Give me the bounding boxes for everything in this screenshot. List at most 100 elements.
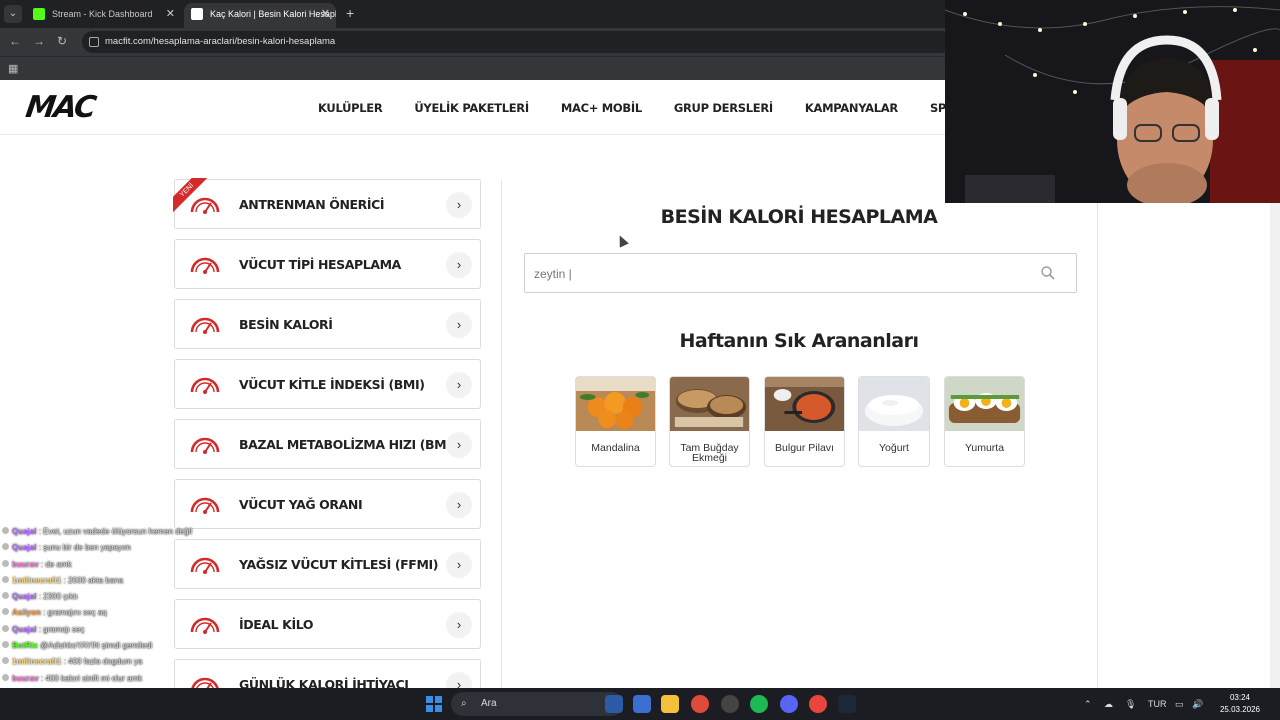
nav-kampanyalar[interactable]: KAMPANYALAR bbox=[805, 101, 898, 115]
microphone-icon[interactable]: 🎙 bbox=[1125, 688, 1136, 720]
menu-item-label: VÜCUT TİPİ HESAPLAMA bbox=[239, 257, 401, 272]
food-card-mandalina[interactable]: Mandalina bbox=[575, 376, 656, 467]
back-arrow-icon[interactable]: ← bbox=[9, 34, 21, 48]
volume-icon[interactable]: 🔊 bbox=[1192, 688, 1203, 720]
gauge-icon bbox=[190, 437, 220, 454]
menu-item-label: VÜCUT KİTLE İNDEKSİ (BMI) bbox=[239, 377, 425, 392]
food-card-bulgur-pilavi[interactable]: Bulgur Pilavı bbox=[764, 376, 845, 467]
chat-text: : 400 fazla dogdum ya bbox=[63, 657, 143, 667]
chat-text: : Evet, uzun vadede ölüyorsun hemen deği… bbox=[38, 527, 193, 536]
chat-username[interactable]: buurav bbox=[12, 674, 39, 683]
mac-logo[interactable]: MAC bbox=[24, 90, 97, 125]
network-icon[interactable]: ▭ bbox=[1175, 688, 1184, 720]
tab-kick-dashboard[interactable]: Stream - Kick Dashboard ✕ bbox=[26, 3, 181, 28]
nav-mac-mobil[interactable]: MAC+ MOBİL bbox=[561, 101, 642, 115]
chat-message: BotRix @AdishkoYAYIN şimdi gemiledi bbox=[2, 638, 232, 654]
food-name: Mandalina bbox=[591, 442, 640, 454]
tab-search-button[interactable]: ⌄ bbox=[4, 5, 22, 23]
chevron-right-icon[interactable]: › bbox=[446, 552, 472, 578]
chat-text: : gramajını seç aq bbox=[43, 608, 107, 618]
calculator-menu-item[interactable]: BAZAL METABOLİZMA HIZI (BMR) › bbox=[174, 419, 481, 469]
food-card-yumurta[interactable]: Yumurta bbox=[944, 376, 1025, 467]
page-scrollbar[interactable] bbox=[1270, 203, 1280, 688]
menu-item-label: ANTRENMAN ÖNERİCİ bbox=[239, 197, 385, 212]
chevron-right-icon[interactable]: › bbox=[446, 192, 472, 218]
chat-message: 1milinecraft1 : 2000 akta bana bbox=[2, 573, 232, 589]
chevron-right-icon[interactable]: › bbox=[446, 612, 472, 638]
chrome-icon[interactable] bbox=[691, 695, 709, 713]
chat-username[interactable]: Quajal bbox=[12, 543, 36, 552]
calculator-menu-item[interactable]: VÜCUT TİPİ HESAPLAMA › bbox=[174, 239, 481, 289]
nav-grup-dersleri[interactable]: GRUP DERSLERİ bbox=[674, 101, 773, 115]
discord-icon[interactable] bbox=[780, 695, 798, 713]
chevron-right-icon[interactable]: › bbox=[446, 372, 472, 398]
close-tab-icon[interactable]: ✕ bbox=[166, 3, 175, 25]
chevron-right-icon[interactable]: › bbox=[446, 252, 472, 278]
gauge-icon bbox=[190, 497, 220, 514]
gauge-icon bbox=[190, 317, 220, 334]
column-divider bbox=[1097, 135, 1098, 690]
chat-username[interactable]: 1milinecraft1 bbox=[12, 576, 61, 585]
food-card-tam-bugday-ekmegi[interactable]: Tam Buğday Ekmeği bbox=[669, 376, 750, 467]
steam-icon[interactable] bbox=[838, 695, 856, 713]
tray-chevron-icon[interactable]: ⌃ bbox=[1084, 688, 1092, 720]
chevron-right-icon[interactable]: › bbox=[446, 432, 472, 458]
streamer-webcam-image bbox=[945, 0, 1280, 203]
spotify-icon[interactable] bbox=[750, 695, 768, 713]
chrome-profile-icon[interactable] bbox=[809, 695, 827, 713]
microsoft-store-icon[interactable] bbox=[633, 695, 651, 713]
menu-item-label: VÜCUT YAĞ ORANI bbox=[239, 497, 363, 512]
chat-message: Quajal : şunu bir de ben yapayım bbox=[2, 540, 232, 556]
calculator-menu-item[interactable]: VÜCUT YAĞ ORANI › bbox=[174, 479, 481, 529]
onedrive-icon[interactable]: ☁ bbox=[1104, 688, 1113, 720]
windows-start-icon[interactable] bbox=[426, 696, 442, 712]
clock[interactable]: 03:24 25.03.2026 bbox=[1210, 692, 1270, 716]
apps-grid-icon[interactable]: ▦ bbox=[8, 62, 18, 75]
nav-kulupler[interactable]: KULÜPLER bbox=[318, 101, 383, 115]
chat-message: Quajal : 2300 çıktı bbox=[2, 589, 232, 605]
task-view-icon[interactable] bbox=[605, 695, 623, 713]
url-field[interactable]: macfit.com/hesaplama-araclari/besin-kalo… bbox=[82, 31, 952, 53]
chat-badge-icon bbox=[2, 608, 9, 616]
menu-item-label: İDEAL KİLO bbox=[239, 617, 314, 632]
menu-item-label: BESİN KALORİ bbox=[239, 317, 333, 332]
nav-uyelik-paketleri[interactable]: ÜYELİK PAKETLERİ bbox=[414, 101, 529, 115]
new-tab-icon[interactable]: + bbox=[346, 5, 354, 21]
food-search-box[interactable] bbox=[524, 253, 1077, 293]
taskbar-search-box[interactable]: ⌕ Ara bbox=[451, 692, 623, 716]
gauge-icon bbox=[190, 257, 220, 274]
forward-arrow-icon[interactable]: → bbox=[33, 34, 45, 48]
screen: ⌄ Stream - Kick Dashboard ✕ Kaç Kalori |… bbox=[0, 0, 1280, 720]
reload-icon[interactable]: ↻ bbox=[57, 34, 67, 48]
obs-icon[interactable] bbox=[721, 695, 739, 713]
chat-username[interactable]: Quajal bbox=[12, 592, 36, 601]
chat-username[interactable]: Asilyon bbox=[12, 608, 41, 617]
chat-badge-icon bbox=[2, 624, 9, 632]
food-search-input[interactable] bbox=[534, 264, 1014, 284]
chat-username[interactable]: 1milinecraft1 bbox=[12, 657, 61, 666]
calculator-menu-item[interactable]: YENİ ANTRENMAN ÖNERİCİ › bbox=[173, 178, 481, 229]
chat-username[interactable]: BotRix bbox=[12, 641, 38, 650]
language-indicator[interactable]: TUR bbox=[1148, 688, 1167, 720]
egg-image bbox=[945, 377, 1024, 431]
chat-badge-icon bbox=[2, 559, 9, 567]
menu-item-label: YAĞSIZ VÜCUT KİTLESİ (FFMI) bbox=[239, 557, 439, 572]
food-card-yogurt[interactable]: Yoğurt bbox=[858, 376, 930, 467]
calculator-menu-item[interactable]: BESİN KALORİ › bbox=[174, 299, 481, 349]
chat-username[interactable]: buurav bbox=[12, 560, 39, 569]
chat-text: : şunu bir de ben yapayım bbox=[38, 543, 131, 553]
search-icon[interactable] bbox=[1040, 265, 1056, 281]
chevron-right-icon[interactable]: › bbox=[446, 312, 472, 338]
file-explorer-icon[interactable] bbox=[661, 695, 679, 713]
calculator-menu-item[interactable]: VÜCUT KİTLE İNDEKSİ (BMI) › bbox=[174, 359, 481, 409]
yogurt-image bbox=[859, 377, 929, 431]
chat-text: @AdishkoYAYIN şimdi gemiledi bbox=[40, 641, 153, 651]
chevron-right-icon[interactable]: › bbox=[446, 492, 472, 518]
chat-username[interactable]: Quajal bbox=[12, 527, 36, 536]
macfit-favicon-icon bbox=[191, 8, 203, 20]
close-tab-icon[interactable]: ✕ bbox=[321, 3, 330, 25]
chat-username[interactable]: Quajal bbox=[12, 625, 36, 634]
site-info-icon[interactable] bbox=[89, 37, 99, 47]
gauge-icon bbox=[190, 197, 220, 214]
tab-macfit[interactable]: Kaç Kalori | Besin Kalori Hesapl... ✕ bbox=[184, 3, 336, 28]
